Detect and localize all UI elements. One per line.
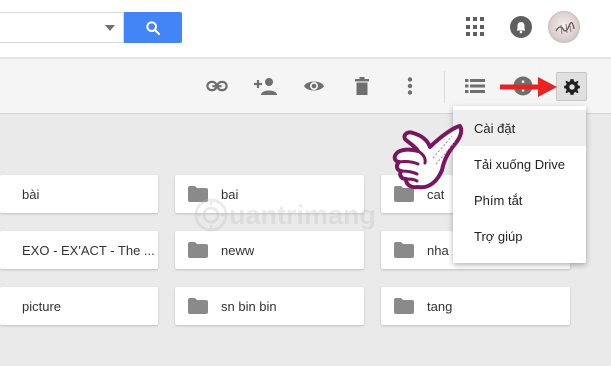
add-person-icon[interactable] bbox=[252, 72, 280, 100]
folder-name: tang bbox=[427, 298, 453, 314]
folder-icon bbox=[394, 298, 414, 314]
chevron-down-icon[interactable] bbox=[105, 12, 115, 43]
menu-item-help[interactable]: Trợ giúp bbox=[453, 218, 586, 254]
folder-item[interactable]: bai bbox=[175, 175, 364, 213]
folder-item[interactable]: EXO - EX'ACT - The ... bbox=[0, 231, 158, 269]
menu-item-download-drive[interactable]: Tải xuống Drive bbox=[453, 146, 586, 182]
folder-name: sn bin bin bbox=[221, 298, 277, 314]
menu-item-keyboard-shortcuts[interactable]: Phím tắt bbox=[453, 182, 586, 218]
settings-gear-icon bbox=[563, 78, 580, 95]
folder-icon bbox=[394, 242, 414, 258]
folder-item[interactable]: sn bin bin bbox=[175, 287, 364, 325]
trash-icon[interactable] bbox=[348, 72, 376, 100]
preview-eye-icon[interactable] bbox=[300, 72, 328, 100]
link-icon[interactable] bbox=[203, 72, 231, 100]
search-icon bbox=[146, 20, 161, 35]
folder-name: nha bbox=[427, 242, 449, 258]
folder-item[interactable]: tang bbox=[381, 287, 570, 325]
avatar[interactable] bbox=[548, 11, 580, 43]
folder-item[interactable]: neww bbox=[175, 231, 364, 269]
folder-name: EXO - EX'ACT - The ... bbox=[22, 242, 155, 258]
toolbar-divider bbox=[444, 71, 445, 103]
folder-icon bbox=[188, 186, 208, 202]
notifications-icon[interactable] bbox=[510, 16, 532, 38]
folder-name: neww bbox=[221, 242, 255, 258]
folder-name: picture bbox=[22, 298, 62, 314]
red-arrow-annotation bbox=[500, 77, 557, 97]
folder-name: bài bbox=[22, 186, 40, 202]
folder-name: bai bbox=[221, 186, 239, 202]
folder-icon bbox=[188, 242, 208, 258]
pointing-hand-annotation bbox=[392, 124, 464, 190]
settings-menu: Cài đặt Tải xuống Drive Phím tắt Trợ giú… bbox=[453, 106, 586, 263]
more-vert-icon[interactable] bbox=[396, 72, 424, 100]
folder-item[interactable]: bài bbox=[0, 175, 158, 213]
list-view-icon[interactable] bbox=[461, 72, 489, 100]
menu-item-settings[interactable]: Cài đặt bbox=[453, 110, 586, 146]
apps-grid-icon[interactable] bbox=[466, 17, 486, 37]
folder-item[interactable]: picture bbox=[0, 287, 158, 325]
top-bar bbox=[0, 0, 611, 57]
folder-icon bbox=[188, 298, 208, 314]
search-button[interactable] bbox=[124, 12, 182, 43]
settings-button[interactable] bbox=[556, 72, 587, 101]
